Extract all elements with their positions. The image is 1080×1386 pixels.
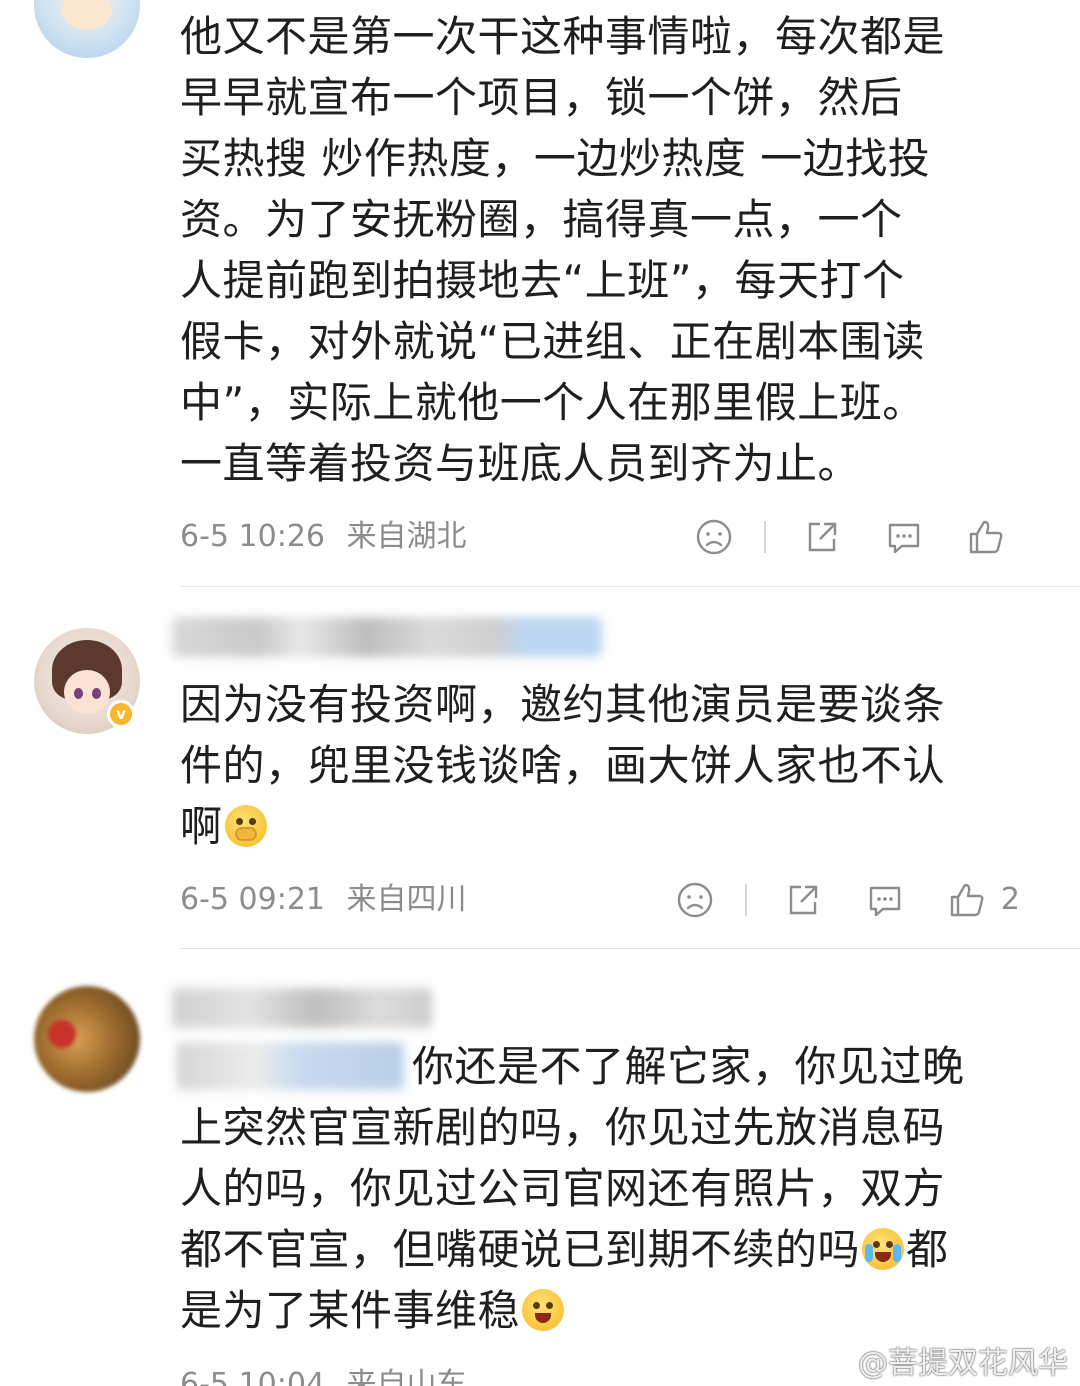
comment-text: 他又不是第一次干这种事情啦，每次都是 早早就宣布一个项目，锁一个饼，然后 买热搜… — [180, 12, 946, 488]
comment-text-part: 你还是不了解它家，你见过晚 — [412, 1042, 965, 1091]
divider — [180, 586, 1080, 587]
frown-face-icon[interactable] — [675, 875, 715, 925]
comment-actions: 2 — [675, 875, 1020, 925]
avatar[interactable] — [34, 986, 140, 1092]
comment-time: 6-5 10:04 — [180, 1367, 325, 1386]
comment-text-part: 上突然官宣新剧的吗，你见过先放消息码 人的吗，你见过公司官网还有照片，双方 都不… — [180, 1103, 946, 1274]
comment-text: 你还是不了解它家，你见过晚 上突然官宣新剧的吗，你见过先放消息码 人的吗，你见过… — [180, 1036, 1050, 1341]
thumbs-up-icon[interactable] — [966, 512, 1006, 562]
like-count: 2 — [1000, 882, 1020, 917]
divider — [764, 521, 766, 553]
comment-bubble-icon[interactable] — [884, 512, 924, 562]
covering-mouth-emoji — [224, 805, 267, 847]
comment-list: 他又不是第一次干这种事情啦，每次都是 早早就宣布一个项目，锁一个饼，然后 买热搜… — [0, 0, 1080, 1386]
watermark-text: @菩提双花风华 — [858, 1346, 1068, 1381]
thumbs-up-icon[interactable] — [947, 875, 987, 925]
frown-face-icon[interactable] — [694, 512, 734, 562]
comment-actions — [694, 512, 1020, 562]
watermark: @菩提双花风华 — [812, 1340, 1068, 1381]
comment-location: 来自湖北 — [346, 519, 467, 554]
comment-text-main: 因为没有投资啊，邀约其他演员是要谈条 件的，兜里没钱谈啥，画大饼人家也不认 啊 — [180, 680, 946, 851]
comment-text: 因为没有投资啊，邀约其他演员是要谈条 件的，兜里没钱谈啥，画大饼人家也不认 啊 — [180, 674, 1050, 857]
weibo-logo-icon — [813, 1346, 850, 1375]
avatar[interactable] — [34, 0, 140, 58]
verified-badge: v — [107, 700, 135, 728]
divider — [744, 884, 747, 916]
comment-meta: 6-5 10:26 来自湖北 — [180, 512, 1050, 562]
comment-bubble-icon[interactable] — [865, 875, 905, 925]
username-blurred[interactable] — [172, 988, 432, 1028]
share-icon[interactable] — [783, 875, 823, 925]
grin-emoji — [522, 1289, 565, 1331]
comment-meta: 6-5 09:21 来自四川 2 — [180, 875, 1050, 925]
comment-time: 6-5 09:21 — [180, 882, 325, 917]
comment-location: 来自山东 — [346, 1367, 467, 1386]
username-blurred[interactable] — [172, 617, 602, 657]
laugh-cry-emoji — [862, 1228, 905, 1270]
divider — [180, 948, 1080, 949]
comment-time: 6-5 10:26 — [180, 519, 325, 554]
comment-location: 来自四川 — [346, 882, 467, 917]
share-icon[interactable] — [802, 512, 842, 562]
